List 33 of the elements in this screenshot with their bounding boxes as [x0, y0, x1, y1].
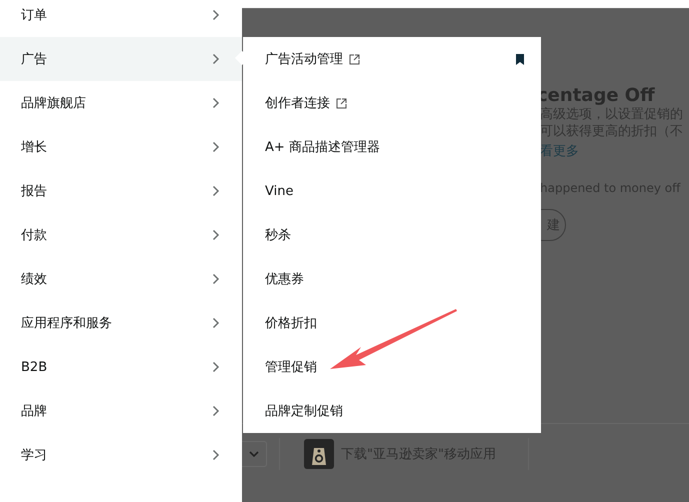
submenu-item[interactable]: 品牌定制促销	[243, 389, 541, 433]
chevron-right-icon	[212, 405, 220, 417]
sidebar-item[interactable]: 品牌	[0, 389, 242, 433]
chevron-right-icon	[212, 97, 220, 109]
submenu-item[interactable]: 管理促销	[243, 345, 541, 389]
chevron-right-icon	[212, 361, 220, 373]
chevron-right-icon	[212, 141, 220, 153]
submenu-item[interactable]: 价格折扣	[243, 301, 541, 345]
submenu-item[interactable]: 优惠券	[243, 257, 541, 301]
submenu-item[interactable]: 广告活动管理	[243, 37, 541, 81]
bookmark-icon[interactable]	[516, 54, 524, 64]
chevron-right-icon	[212, 229, 220, 241]
sidebar-item[interactable]: 绩效	[0, 257, 242, 301]
sidebar-item[interactable]: 应用程序和服务	[0, 301, 242, 345]
chevron-down-icon	[249, 451, 259, 457]
sidebar-item[interactable]: 增长	[0, 125, 242, 169]
sidebar-item[interactable]: 付款	[0, 213, 242, 257]
sidebar-item[interactable]: 报告	[0, 169, 242, 213]
chevron-right-icon	[212, 185, 220, 197]
sidebar-item[interactable]: B2B	[0, 345, 242, 389]
sidebar-item[interactable]: 广告	[0, 37, 242, 81]
submenu-item[interactable]: A+ 商品描述管理器	[243, 125, 541, 169]
chevron-right-icon	[212, 317, 220, 329]
sidebar-item[interactable]: 品牌旗舰店	[0, 81, 242, 125]
submenu-item[interactable]: 创作者连接	[243, 81, 541, 125]
chevron-right-icon	[212, 53, 220, 65]
chevron-right-icon	[212, 273, 220, 285]
chevron-right-icon	[212, 9, 220, 21]
app-icon	[304, 439, 334, 469]
sidebar-item[interactable]: 学习	[0, 433, 242, 477]
sidebar-item[interactable]: 订单	[0, 0, 242, 37]
dropdown[interactable]	[242, 441, 267, 467]
chevron-right-icon	[212, 449, 220, 461]
